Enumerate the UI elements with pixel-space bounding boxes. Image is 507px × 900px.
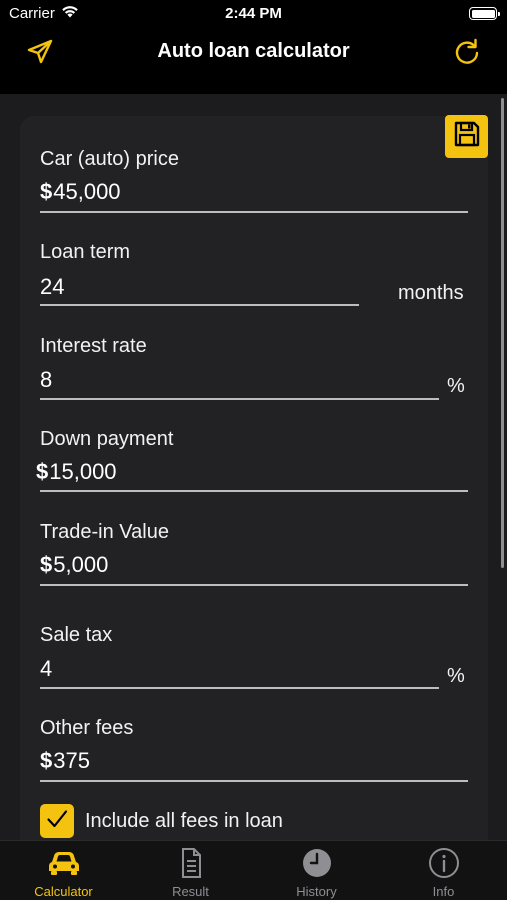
car-price-underline xyxy=(40,211,468,213)
interest-rate-underline xyxy=(40,398,439,400)
other-fees-currency: $ xyxy=(40,748,53,773)
car-icon xyxy=(47,847,81,879)
sale-tax-field: Sale tax 4 % xyxy=(40,624,468,689)
tab-history-label: History xyxy=(296,884,337,899)
tab-calculator[interactable]: Calculator xyxy=(0,841,127,900)
car-price-input[interactable]: 45,000 xyxy=(53,179,120,205)
scrollbar[interactable] xyxy=(501,98,504,568)
down-payment-field: Down payment $ 15,000 xyxy=(36,428,468,492)
interest-rate-input[interactable]: 8 xyxy=(40,367,52,393)
car-price-label: Car (auto) price xyxy=(40,148,179,170)
trade-in-underline xyxy=(40,584,468,586)
down-payment-underline xyxy=(40,490,468,492)
status-bar: Carrier 2:44 PM xyxy=(0,0,507,30)
battery-icon xyxy=(469,7,500,20)
clock-icon xyxy=(300,847,334,879)
tab-info-label: Info xyxy=(432,884,455,899)
tab-result-label: Result xyxy=(172,884,209,899)
sale-tax-input[interactable]: 4 xyxy=(40,656,52,682)
interest-rate-unit: % xyxy=(447,375,465,397)
loan-term-input[interactable]: 24 xyxy=(40,274,64,300)
include-fees-row[interactable]: Include all fees in loan xyxy=(40,804,283,838)
include-fees-checkbox[interactable] xyxy=(40,804,74,838)
tab-bar: Calculator Result History Info xyxy=(0,840,507,900)
loan-term-underline xyxy=(40,304,359,306)
tab-info[interactable]: Info xyxy=(380,841,507,900)
interest-rate-label: Interest rate xyxy=(40,335,147,357)
tab-calculator-label: Calculator xyxy=(34,884,93,899)
loan-term-label: Loan term xyxy=(40,241,131,263)
other-fees-field: Other fees $ 375 xyxy=(40,717,468,782)
trade-in-input[interactable]: 5,000 xyxy=(53,552,108,578)
interest-rate-field: Interest rate 8 % xyxy=(40,335,468,400)
refresh-icon[interactable] xyxy=(452,37,482,67)
tab-history[interactable]: History xyxy=(253,841,380,900)
page-title: Auto loan calculator xyxy=(157,40,350,62)
other-fees-input[interactable]: 375 xyxy=(53,748,90,774)
down-payment-label: Down payment xyxy=(40,428,174,450)
down-payment-input[interactable]: 15,000 xyxy=(49,459,116,485)
other-fees-underline xyxy=(40,780,468,782)
car-price-currency: $ xyxy=(40,179,53,204)
navigation-bar: Auto loan calculator xyxy=(0,30,507,94)
trade-in-label: Trade-in Value xyxy=(40,521,169,543)
other-fees-label: Other fees xyxy=(40,717,134,739)
document-icon xyxy=(174,847,208,879)
down-payment-currency: $ xyxy=(36,459,49,484)
loan-term-field: Loan term 24 months xyxy=(40,241,468,306)
trade-in-field: Trade-in Value $ 5,000 xyxy=(40,521,468,586)
car-price-field: Car (auto) price $ 45,000 xyxy=(40,148,468,213)
sale-tax-unit: % xyxy=(447,665,465,687)
trade-in-currency: $ xyxy=(40,552,53,577)
include-fees-label: Include all fees in loan xyxy=(85,809,283,832)
tab-result[interactable]: Result xyxy=(127,841,254,900)
info-icon xyxy=(427,847,461,879)
status-time: 2:44 PM xyxy=(225,5,282,22)
sale-tax-underline xyxy=(40,687,439,689)
sale-tax-label: Sale tax xyxy=(40,624,113,646)
loan-term-unit: months xyxy=(398,282,464,304)
checkmark-icon xyxy=(45,807,69,836)
